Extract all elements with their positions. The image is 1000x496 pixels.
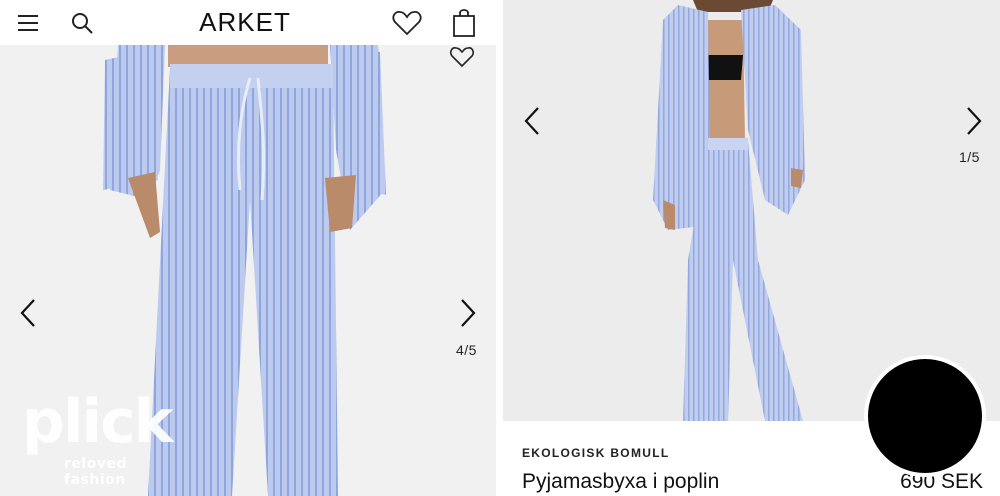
next-image-button[interactable] [954,101,994,141]
chevron-left-icon [524,107,539,135]
avatar[interactable] [864,355,986,477]
wishlist-button[interactable] [386,0,428,45]
previous-image-button[interactable] [512,101,552,141]
product-gallery-left: ARKET 4/5 plick reloved fashion [0,0,496,496]
product-gallery-right: 1/5 EKOLOGISK BOMULL Pyjamasbyxa i popli… [503,0,1000,496]
image-counter: 1/5 [959,149,980,165]
product-name[interactable]: Pyjamasbyxa i poplin [522,470,719,494]
site-header: ARKET [0,0,496,45]
heart-icon [449,47,475,68]
favorite-button[interactable] [449,46,475,73]
search-button[interactable] [62,0,102,45]
heart-icon [392,10,422,35]
previous-image-button[interactable] [8,293,48,333]
shopping-bag-icon [453,8,475,37]
chevron-right-icon [461,299,476,327]
product-eyebrow: EKOLOGISK BOMULL [522,446,670,460]
next-image-button[interactable] [448,293,488,333]
plick-watermark: plick reloved fashion [22,387,192,488]
watermark-logo: plick [22,387,174,457]
menu-button[interactable] [8,0,48,45]
watermark-tagline: reloved fashion [64,456,127,488]
chevron-right-icon [967,107,982,135]
panel-divider [496,0,503,496]
image-counter: 4/5 [456,342,477,358]
brand-logo[interactable]: ARKET [160,0,330,45]
chevron-left-icon [20,299,35,327]
search-icon [72,12,93,34]
hamburger-icon [18,14,38,31]
shopping-bag-button[interactable] [444,0,484,45]
